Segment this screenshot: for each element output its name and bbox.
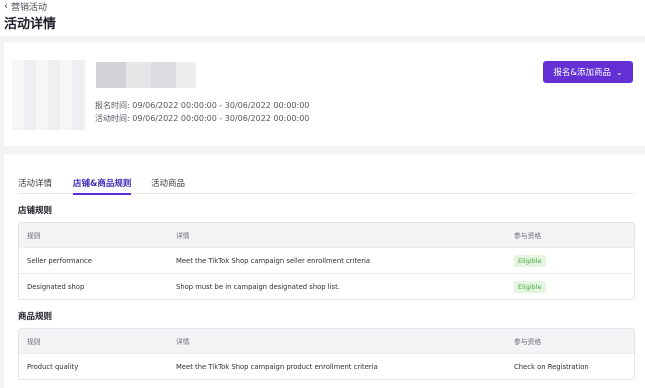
detail-cell: Meet the TikTok Shop campaign seller enr… bbox=[176, 256, 371, 265]
breadcrumb[interactable]: ‹ 营销活动 bbox=[4, 0, 47, 13]
rule-cell: Designated shop bbox=[27, 282, 85, 291]
table-header-row: 规则 详情 参与资格 bbox=[19, 329, 634, 353]
register-button-label: 报名&添加商品 bbox=[553, 68, 611, 78]
detail-cell: Shop must be in campaign designated shop… bbox=[176, 282, 340, 291]
eligibility-cell: Eligible bbox=[514, 248, 546, 273]
campaign-header-card: 报名时间: 09/06/2022 00:00:00 - 30/06/2022 0… bbox=[4, 42, 645, 146]
table-row: Designated shop Shop must be in campaign… bbox=[19, 273, 634, 299]
eligible-badge: Eligible bbox=[514, 280, 546, 293]
breadcrumb-link[interactable]: 营销活动 bbox=[11, 0, 47, 13]
column-header-eligibility: 参与资格 bbox=[514, 232, 542, 240]
tab-activity-details[interactable]: 活动详情 bbox=[18, 177, 52, 193]
tab-shop-product-rules[interactable]: 店铺&商品规则 bbox=[73, 177, 132, 195]
page-title: 活动详情 bbox=[4, 17, 57, 32]
tab-activity-products[interactable]: 活动商品 bbox=[151, 177, 185, 193]
rule-cell: Product quality bbox=[27, 362, 79, 371]
column-header-detail: 详情 bbox=[176, 338, 190, 346]
product-rules-table: 规则 详情 参与资格 Product quality Meet the TikT… bbox=[18, 328, 635, 380]
campaign-name-redacted bbox=[96, 62, 196, 88]
column-header-eligibility: 参与资格 bbox=[514, 338, 542, 346]
campaign-thumbnail bbox=[12, 60, 86, 130]
column-header-detail: 详情 bbox=[176, 232, 190, 240]
rule-cell: Seller performance bbox=[27, 256, 92, 265]
eligibility-cell: Check on Registration bbox=[514, 362, 589, 371]
rules-card: 活动详情 店铺&商品规则 活动商品 店铺规则 规则 详情 参与资格 Seller… bbox=[4, 154, 645, 388]
product-rules-title: 商品规则 bbox=[18, 312, 53, 322]
table-header-row: 规则 详情 参与资格 bbox=[19, 223, 634, 247]
shop-rules-title: 店铺规则 bbox=[18, 206, 53, 216]
shop-rules-table: 规则 详情 参与资格 Seller performance Meet the T… bbox=[18, 222, 635, 300]
detail-cell: Meet the TikTok Shop campaign product en… bbox=[176, 362, 378, 371]
table-row: Product quality Meet the TikTok Shop cam… bbox=[19, 353, 634, 379]
eligible-badge: Eligible bbox=[514, 254, 546, 267]
eligibility-cell: Eligible bbox=[514, 274, 546, 299]
chevron-left-icon[interactable]: ‹ bbox=[4, 1, 8, 12]
top-bar: ‹ 营销活动 活动详情 bbox=[0, 0, 645, 36]
registration-time: 报名时间: 09/06/2022 00:00:00 - 30/06/2022 0… bbox=[95, 101, 310, 110]
table-row: Seller performance Meet the TikTok Shop … bbox=[19, 247, 634, 273]
tab-bar: 活动详情 店铺&商品规则 活动商品 bbox=[18, 176, 635, 195]
chevron-down-icon: ⌄ bbox=[615, 67, 623, 77]
register-add-products-button[interactable]: 报名&添加商品 ⌄ bbox=[543, 61, 633, 83]
activity-time: 活动时间: 09/06/2022 00:00:00 - 30/06/2022 0… bbox=[95, 114, 310, 123]
column-header-rule: 规则 bbox=[27, 232, 41, 240]
column-header-rule: 规则 bbox=[27, 338, 41, 346]
